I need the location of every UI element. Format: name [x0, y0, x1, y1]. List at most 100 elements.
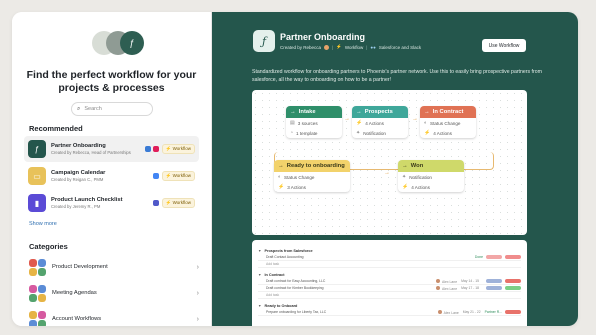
recommended-item[interactable]: ƒ Partner Onboarding Created by Rebecca,…: [24, 136, 199, 162]
stage-node[interactable]: → Prospects ⚡ 4 Actions ✦ Notification: [352, 106, 408, 138]
detail-icon: ✦: [356, 130, 361, 136]
stage-title: Intake: [298, 109, 316, 115]
chevron-right-icon: ›: [196, 263, 199, 271]
show-more-link[interactable]: Show more: [29, 221, 57, 227]
stage-detail: ✦ Notification: [398, 172, 464, 182]
stage-detail-text: 3 Actions: [287, 184, 306, 190]
recommended-item[interactable]: ▭ Campaign Calendar Created by Reigan C.…: [24, 163, 199, 189]
status-badge: [505, 279, 521, 283]
workflow-icon: ƒ: [253, 30, 275, 52]
status-badge: [505, 255, 521, 259]
detail-icon: ◐: [278, 174, 282, 180]
stage-node[interactable]: → In Contract ◐ Status Change ⚡ 4 Actions: [420, 106, 476, 138]
integrations-text: Salesforce and Slack: [378, 44, 422, 50]
detail-icon: ⚡: [424, 130, 431, 136]
detail-icon: ⚡: [402, 184, 409, 190]
task-group-title: Prospects from Salesforce: [264, 248, 313, 253]
stage-detail: ⚡ 4 Actions: [398, 182, 464, 192]
chevron-down-icon: ▼: [258, 303, 262, 308]
stage-icon: →: [402, 163, 408, 169]
task-name: Draft Contact Accounting: [266, 255, 304, 259]
chevron-down-icon: ▼: [258, 272, 262, 277]
task-group-header[interactable]: ▼ In Contract: [258, 271, 521, 278]
stage-detail-text: 4 Actions: [365, 120, 384, 126]
stage-icon: →: [356, 109, 362, 115]
search-placeholder: Search: [84, 106, 102, 112]
hero-logo: ƒ: [78, 31, 148, 55]
stage-header: → Prospects: [352, 106, 408, 118]
recommended-item-text: Product Launch Checklist Created by Jere…: [51, 197, 153, 209]
stage-node[interactable]: → Ready to onboarding ◐ Status Change ⚡ 3 A…: [274, 160, 350, 192]
app-icons: [152, 173, 159, 179]
stage-header: → Ready to onboarding: [274, 160, 350, 172]
avatar: [437, 309, 442, 314]
stage-node[interactable]: → Won ✦ Notification ⚡ 4 Actions: [398, 160, 464, 192]
app-window: ƒ Find the perfect workflow for your pro…: [12, 12, 578, 326]
stage-detail: ⚡ 4 Actions: [420, 128, 476, 138]
avatar: [436, 278, 440, 283]
recommended-item-creator: Created by Rebecca, Head of Partnerships: [51, 150, 131, 155]
arrow-icon: →: [384, 170, 390, 176]
task-owner-name: Alex Lane: [442, 279, 458, 284]
app-icon: [144, 146, 151, 152]
workflow-tag: ⚡ Workflow: [161, 144, 195, 154]
task-date: May 14 - 15: [461, 279, 479, 283]
status-badge: [486, 279, 502, 283]
table-row[interactable]: Draft contract for Kimber Bookkeeping Al…: [258, 285, 521, 292]
integration-icons: ●●: [370, 44, 376, 50]
table-row[interactable]: Draft Contact Accounting Done: [258, 254, 521, 261]
recommended-item-name: Partner Onboarding: [51, 143, 106, 149]
app-icon: [152, 173, 159, 179]
categories-heading: Categories: [29, 242, 68, 251]
category-item[interactable]: Meeting Agendas ›: [29, 280, 199, 306]
task-name: Draft contract for Kimber Bookkeeping: [266, 286, 324, 290]
table-row[interactable]: Draft contract for Easy Accounting, LLC …: [258, 278, 521, 285]
gallery-title: Find the perfect workflow for your proje…: [26, 69, 197, 94]
stage-icon: →: [278, 163, 284, 169]
workflow-title: Partner Onboarding: [280, 32, 366, 42]
stage-detail: ✦ Notification: [352, 128, 408, 138]
search-icon: ⌕: [77, 105, 81, 112]
category-item[interactable]: Product Development ›: [29, 254, 199, 280]
add-task-label: Add task: [266, 293, 280, 297]
arrow-icon: →: [412, 116, 418, 122]
workflow-diagram: → Intake ▤ 3 sources ◔ 1 template → Prospec…: [252, 90, 527, 235]
task-group-header[interactable]: ▼ Prospects from Salesforce: [258, 247, 521, 254]
search-input[interactable]: ⌕ Search: [71, 102, 153, 116]
stage-detail: ◐ Status Change: [420, 118, 476, 128]
detail-icon: ◔: [290, 130, 294, 136]
recommended-item[interactable]: ▮ Product Launch Checklist Created by Je…: [24, 190, 199, 216]
stage-detail: ⚡ 3 Actions: [274, 182, 350, 192]
table-row[interactable]: Prepare onboarding for Liberty Tax, LLC …: [258, 309, 521, 316]
workflow-tag: ⚡ Workflow: [161, 171, 195, 181]
task-owner-name: Alex Lane: [442, 286, 458, 291]
category-item[interactable]: Account Workflows ›: [29, 306, 199, 326]
category-name: Meeting Agendas: [52, 290, 97, 296]
use-workflow-button[interactable]: Use Workflow: [482, 39, 526, 52]
task-status: Partner R...: [484, 310, 502, 314]
stage-icon: →: [290, 109, 296, 115]
add-task-row[interactable]: Add task: [258, 292, 521, 299]
stage-node[interactable]: → Intake ▤ 3 sources ◔ 1 template: [286, 106, 342, 138]
detail-icon: ▤: [290, 120, 295, 126]
workflow-tag-label: Workflow: [172, 146, 191, 151]
category-name: Account Workflows: [52, 316, 102, 322]
stage-title: Won: [410, 163, 424, 169]
created-by: Created by Rebecca: [280, 44, 322, 50]
stage-header: → Won: [398, 160, 464, 172]
arrow-icon: →: [344, 116, 350, 122]
stage-detail-text: Notification: [363, 130, 386, 136]
add-task-row[interactable]: Add task: [258, 261, 521, 268]
stage-detail-text: 1 template: [296, 130, 318, 136]
chevron-down-icon: ▼: [258, 248, 262, 253]
task-group-header[interactable]: ▼ Ready to Onboard: [258, 302, 521, 309]
task-date: May 21 - 22: [462, 310, 481, 314]
stage-detail-text: 4 Actions: [411, 184, 430, 190]
detail-icon: ◐: [424, 120, 428, 126]
recommended-item-creator: Created by Reigan C., PMM: [51, 177, 104, 182]
app-icons: [152, 200, 159, 206]
task-owner-name: Alex Lane: [443, 310, 459, 315]
workflow-gallery-sidebar: ƒ Find the perfect workflow for your pro…: [12, 12, 212, 326]
workflow-tag-label: Workflow: [172, 200, 191, 205]
app-icon: [152, 146, 159, 152]
